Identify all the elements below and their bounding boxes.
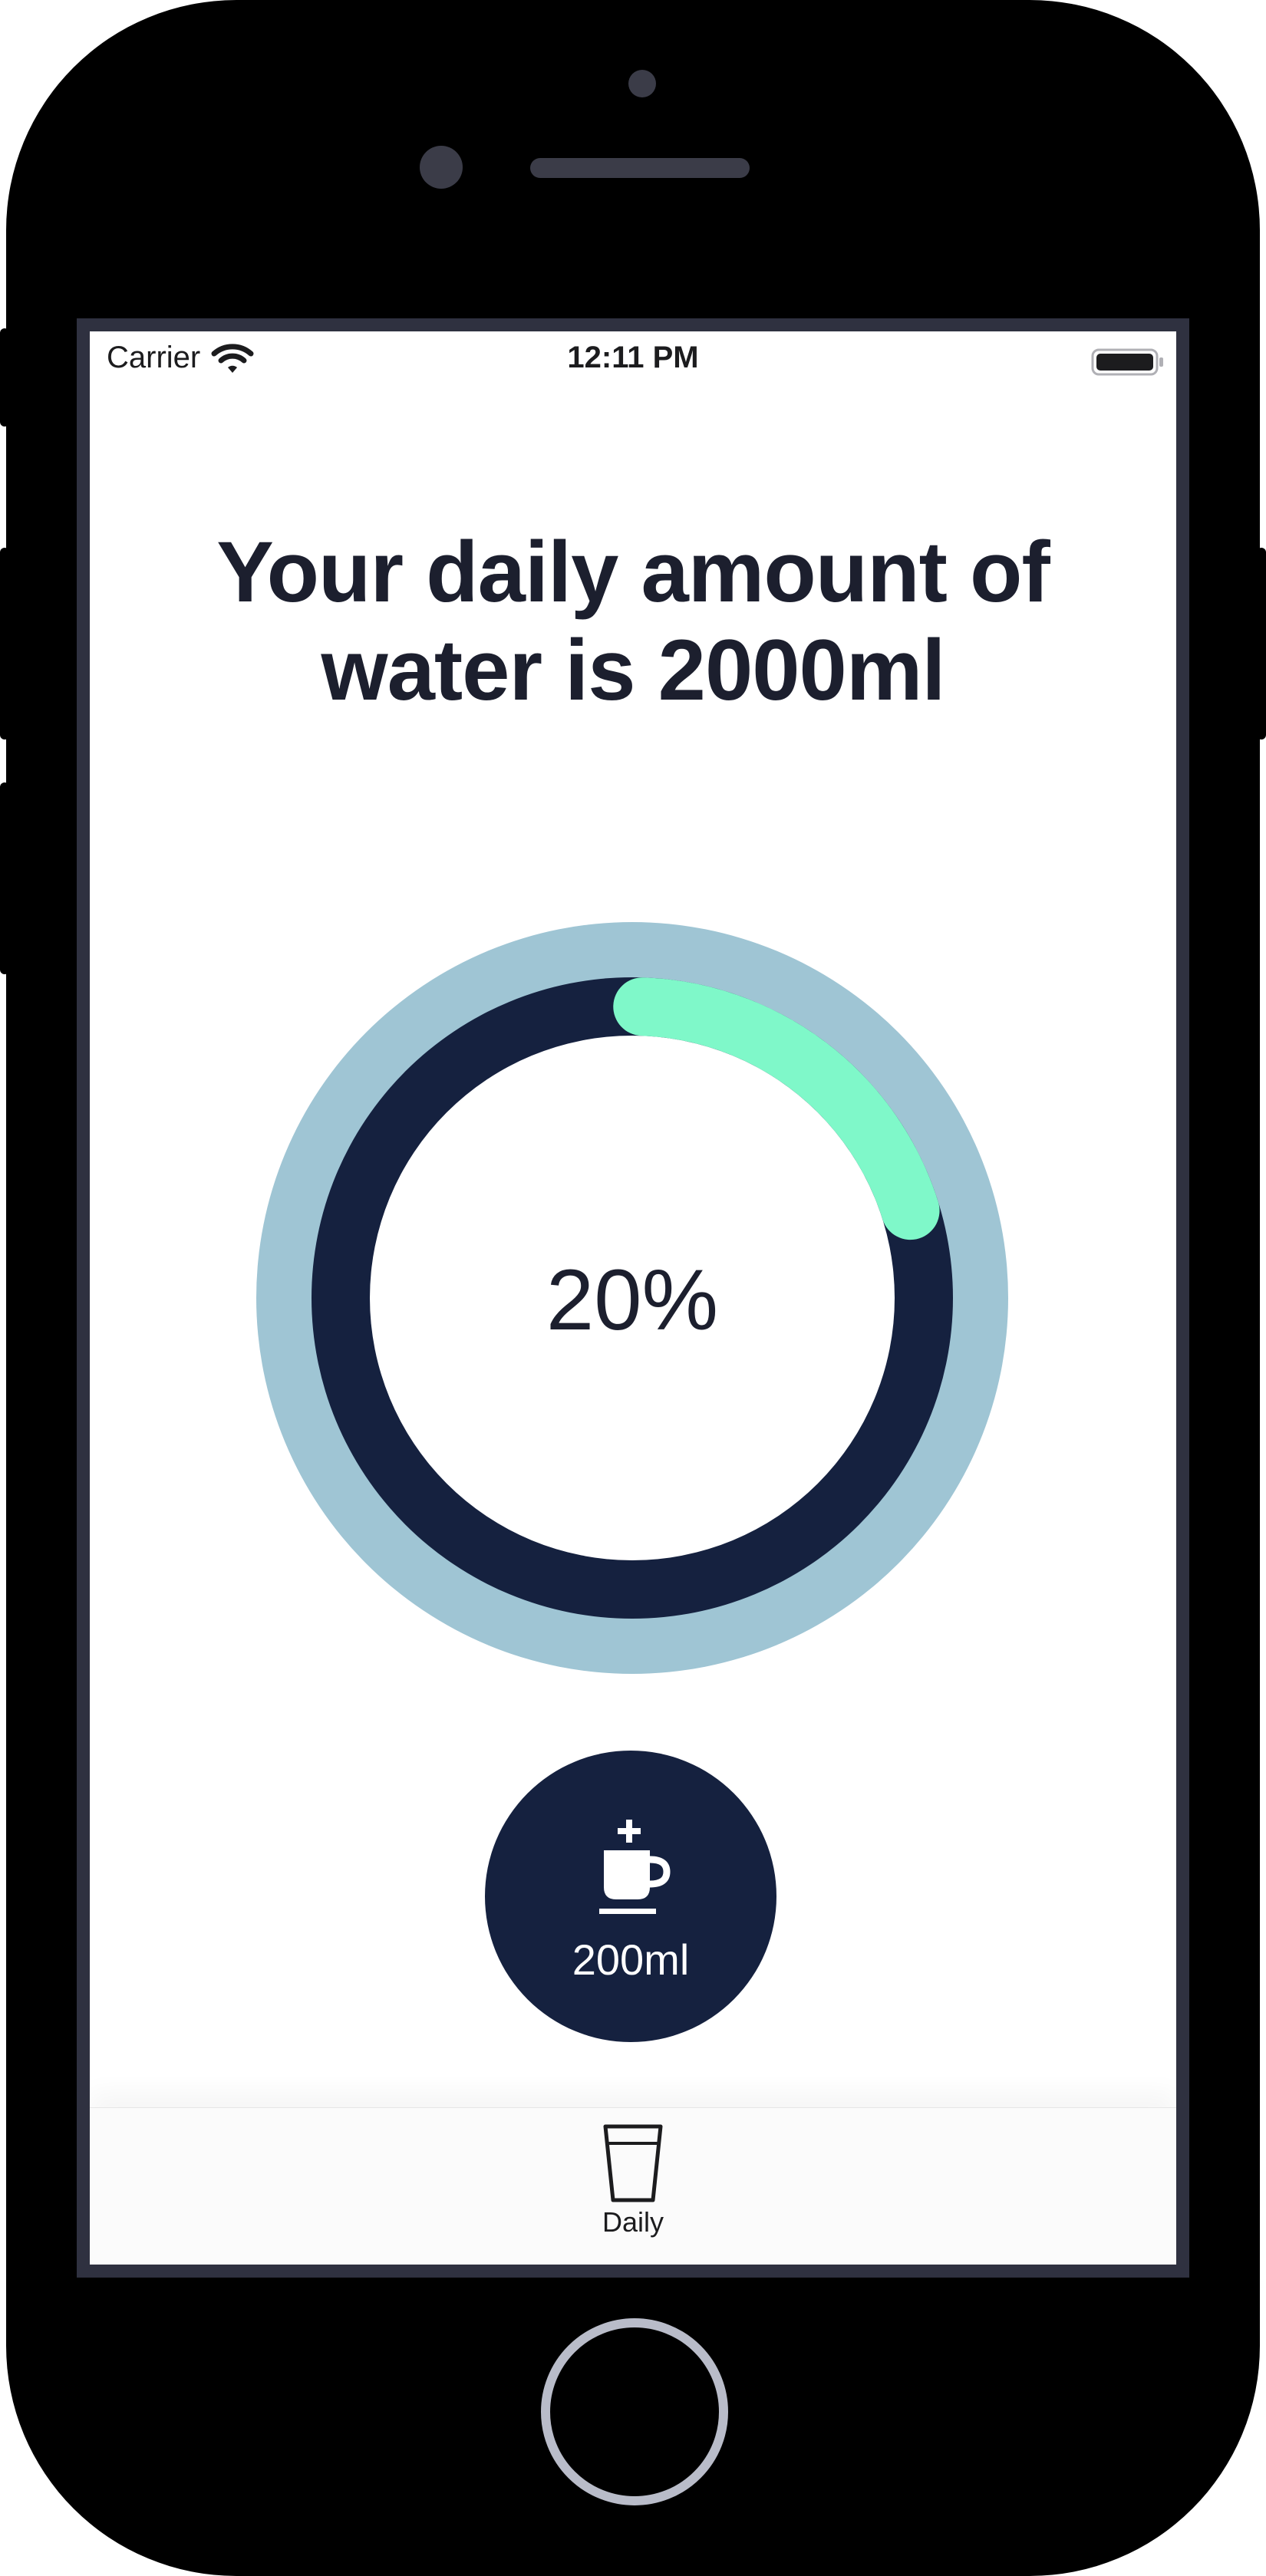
cup-plus-icon <box>599 1820 671 1914</box>
tab-bar: Daily <box>90 2107 1176 2265</box>
glass-icon <box>603 2124 663 2202</box>
volume-down-button <box>0 782 9 974</box>
front-camera <box>420 146 463 189</box>
silent-switch <box>0 328 9 427</box>
volume-up-button <box>0 548 9 740</box>
add-water-button[interactable]: 200ml <box>485 1751 776 2042</box>
power-button <box>1257 548 1266 740</box>
progress-percent-label: 20% <box>546 1252 719 1348</box>
status-time: 12:11 PM <box>567 341 699 374</box>
status-bar: Carrier 12:11 PM <box>90 331 1176 393</box>
battery-icon <box>1091 348 1163 376</box>
app-screen: Carrier 12:11 PM Your daily amount of wa… <box>90 331 1176 2265</box>
home-button[interactable] <box>541 2318 728 2505</box>
earpiece-speaker <box>530 158 750 178</box>
daily-goal-headline: Your daily amount of water is 2000ml <box>216 524 1050 718</box>
tab-daily-label: Daily <box>602 2206 664 2238</box>
add-amount-label: 200ml <box>572 1935 690 1984</box>
tab-daily[interactable]: Daily <box>549 2123 717 2261</box>
earpiece-dot <box>628 70 656 97</box>
